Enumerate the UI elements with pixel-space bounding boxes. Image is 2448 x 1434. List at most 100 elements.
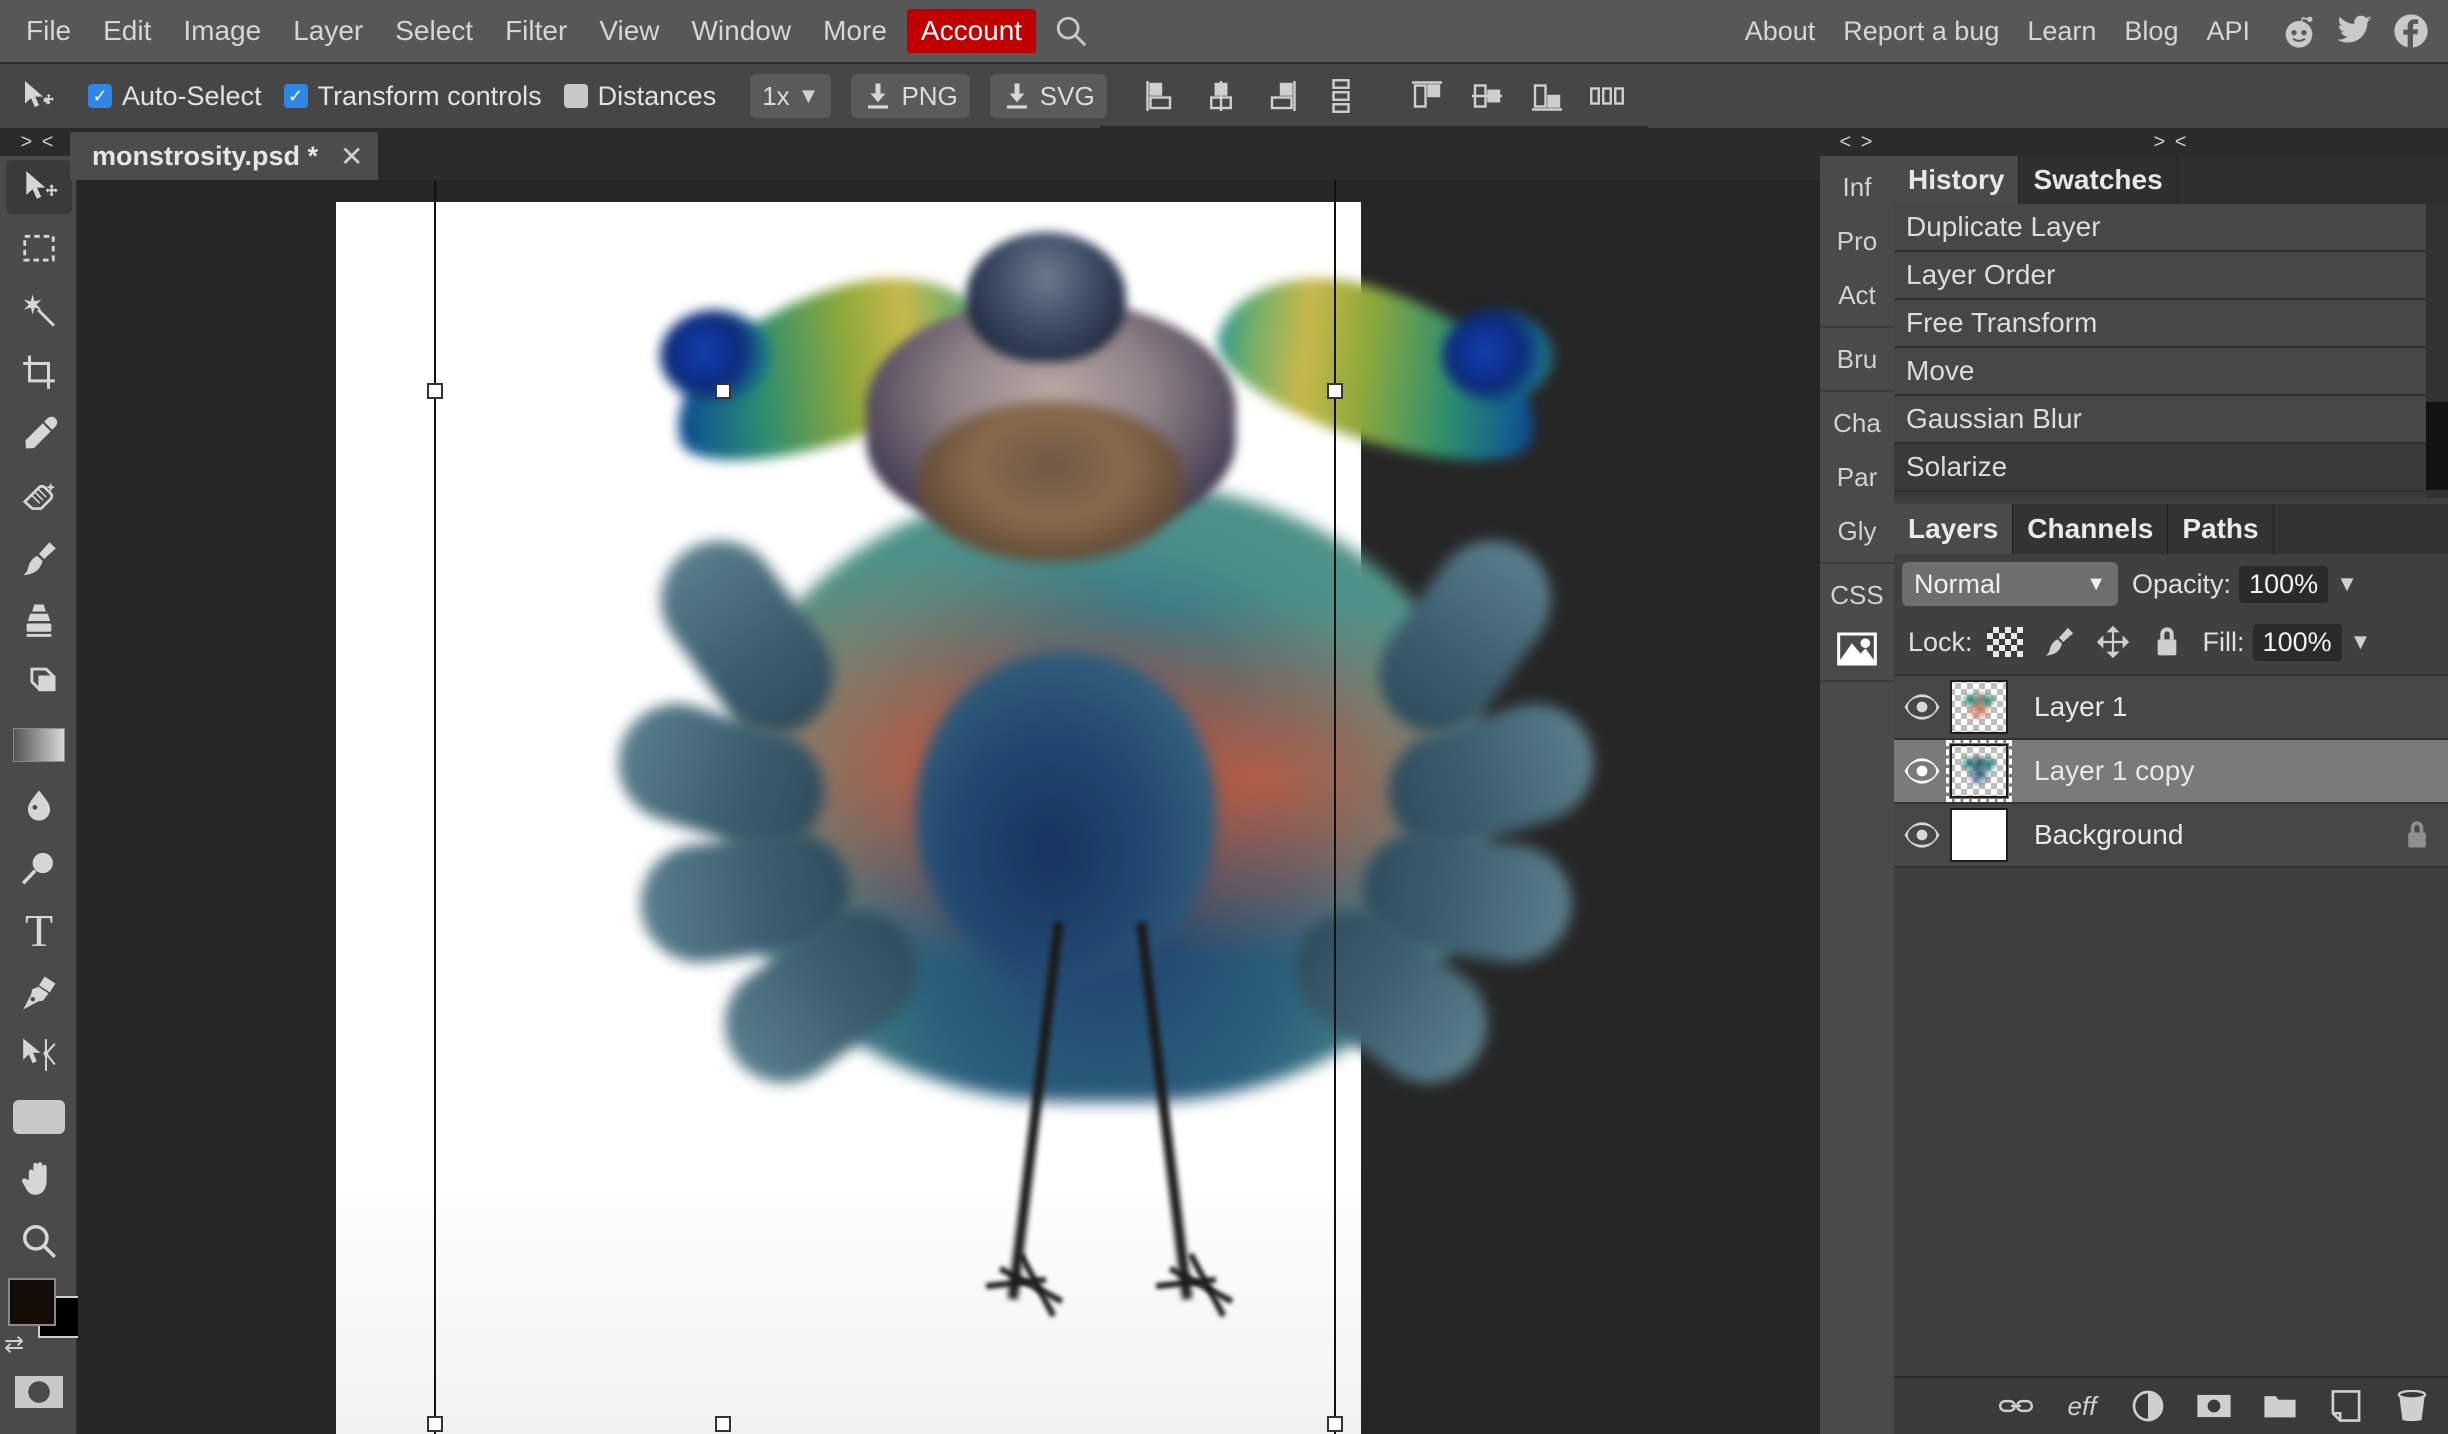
tools-collapse-handle[interactable]: > <: [0, 128, 76, 156]
tool-type[interactable]: T: [0, 900, 78, 962]
distribute-horizontal-icon[interactable]: [1587, 76, 1627, 116]
tool-blur[interactable]: [0, 776, 78, 838]
layer-thumbnail[interactable]: [1950, 680, 2008, 734]
transform-controls-checkbox[interactable]: ✓ Transform controls: [283, 81, 542, 112]
link-about[interactable]: About: [1731, 10, 1830, 53]
align-middle-vertical-icon[interactable]: [1467, 76, 1507, 116]
rail-item-actions[interactable]: Act: [1820, 268, 1894, 322]
brush-lock-icon[interactable]: [2037, 624, 2081, 660]
guide-right[interactable]: [1334, 180, 1336, 1434]
menu-more[interactable]: More: [807, 11, 903, 51]
history-item[interactable]: Layer Order: [1894, 252, 2448, 300]
distribute-vertical-icon[interactable]: [1321, 76, 1361, 116]
tool-path-select[interactable]: [0, 1024, 78, 1086]
tool-marquee[interactable]: [0, 218, 78, 280]
rail-item-paragraph[interactable]: Par: [1820, 450, 1894, 504]
rail-item-glyphs[interactable]: Gly: [1820, 504, 1894, 558]
layer-row[interactable]: Background: [1894, 804, 2448, 868]
eye-icon[interactable]: [1894, 758, 1950, 784]
rail-item-brushes[interactable]: Bru: [1820, 332, 1894, 386]
distances-checkbox[interactable]: Distances: [563, 81, 716, 112]
layer-row[interactable]: Layer 1: [1894, 676, 2448, 740]
zoom-level-dropdown[interactable]: 1x ▼: [750, 74, 832, 118]
tab-channels[interactable]: Channels: [2013, 504, 2169, 554]
tool-shape[interactable]: [0, 1086, 78, 1148]
tool-zoom[interactable]: [0, 1210, 78, 1272]
half-circle-icon[interactable]: [2128, 1386, 2168, 1426]
history-item-current[interactable]: Solarize: [1894, 444, 2448, 492]
menu-window[interactable]: Window: [676, 11, 808, 51]
transform-controls-checkbox-box[interactable]: ✓: [283, 84, 308, 108]
tool-crop[interactable]: [0, 342, 78, 404]
menu-filter[interactable]: Filter: [489, 11, 583, 51]
mask-icon[interactable]: [2194, 1386, 2234, 1426]
tool-gradient[interactable]: [0, 714, 78, 776]
tool-sponge[interactable]: [0, 838, 78, 900]
canvas-area[interactable]: [78, 180, 1820, 1434]
history-scrollbar-thumb[interactable]: [2426, 402, 2448, 490]
history-list[interactable]: Duplicate Layer Layer Order Free Transfo…: [1894, 204, 2448, 498]
tool-clone-stamp[interactable]: [0, 590, 78, 652]
move-lock-icon[interactable]: [2091, 624, 2135, 660]
document-canvas[interactable]: [336, 202, 1610, 1434]
align-right-icon[interactable]: [1261, 76, 1301, 116]
transparency-lock-icon[interactable]: [1983, 624, 2027, 660]
menu-edit[interactable]: Edit: [87, 11, 167, 51]
layer-name[interactable]: Layer 1 copy: [2034, 755, 2194, 787]
twitter-icon[interactable]: [2334, 10, 2376, 52]
menu-account[interactable]: Account: [906, 9, 1037, 53]
history-scrollbar[interactable]: [2426, 204, 2448, 498]
menu-file[interactable]: File: [10, 11, 87, 51]
blend-mode-dropdown[interactable]: Normal ▼: [1902, 562, 2118, 606]
history-item[interactable]: Duplicate Layer: [1894, 204, 2448, 252]
guide-left[interactable]: [434, 180, 436, 1434]
menu-view[interactable]: View: [583, 11, 675, 51]
tool-eyedropper[interactable]: [0, 404, 78, 466]
folder-icon[interactable]: [2260, 1386, 2300, 1426]
fill-input[interactable]: 100%: [2252, 623, 2342, 661]
align-center-horizontal-icon[interactable]: [1201, 76, 1241, 116]
lock-all-icon[interactable]: [2145, 624, 2189, 660]
swap-colors-icon[interactable]: ⇄: [4, 1330, 24, 1359]
tool-brush[interactable]: [0, 528, 78, 590]
layer-name[interactable]: Background: [2034, 819, 2183, 851]
fill-chevron-down-icon[interactable]: ▼: [2350, 629, 2372, 655]
link-learn[interactable]: Learn: [2013, 10, 2110, 53]
export-svg-button[interactable]: SVG: [989, 74, 1107, 118]
menu-layer[interactable]: Layer: [277, 11, 379, 51]
chain-link-icon[interactable]: [1996, 1386, 2036, 1426]
layer-name[interactable]: Layer 1: [2034, 691, 2127, 723]
link-blog[interactable]: Blog: [2110, 10, 2192, 53]
tool-pen[interactable]: [0, 962, 78, 1024]
dock-collapse-handle[interactable]: > <: [1894, 128, 2448, 156]
distances-checkbox-box[interactable]: [563, 84, 588, 108]
history-item[interactable]: Free Transform: [1894, 300, 2448, 348]
new-page-icon[interactable]: [2326, 1386, 2366, 1426]
auto-select-checkbox-box[interactable]: ✓: [88, 84, 112, 108]
rail-item-properties[interactable]: Pro: [1820, 214, 1894, 268]
eye-icon[interactable]: [1894, 694, 1950, 720]
history-item[interactable]: Move: [1894, 348, 2448, 396]
image-thumb-icon[interactable]: [1820, 622, 1894, 676]
align-left-icon[interactable]: [1141, 76, 1181, 116]
foreground-color-swatch[interactable]: [8, 1278, 56, 1326]
reddit-icon[interactable]: [2278, 10, 2320, 52]
align-top-icon[interactable]: [1407, 76, 1447, 116]
tool-magic-wand[interactable]: [0, 280, 78, 342]
tool-move[interactable]: [0, 156, 78, 218]
rail-item-character[interactable]: Cha: [1820, 396, 1894, 450]
layer-row-selected[interactable]: Layer 1 copy: [1894, 740, 2448, 804]
tab-swatches[interactable]: Swatches: [2019, 156, 2178, 204]
effects-icon[interactable]: eff: [2062, 1386, 2102, 1426]
opacity-chevron-down-icon[interactable]: ▼: [2336, 571, 2358, 597]
layer-thumbnail[interactable]: [1946, 740, 2012, 802]
export-png-button[interactable]: PNG: [851, 74, 970, 118]
tool-eraser[interactable]: [0, 466, 78, 528]
eye-icon[interactable]: [1894, 822, 1950, 848]
close-icon[interactable]: ✕: [340, 140, 363, 173]
tab-history[interactable]: History: [1894, 156, 2020, 204]
document-tab[interactable]: monstrosity.psd * ✕: [70, 132, 378, 180]
trash-icon[interactable]: [2392, 1386, 2432, 1426]
link-api[interactable]: API: [2192, 10, 2264, 53]
tool-hand[interactable]: [0, 1148, 78, 1210]
